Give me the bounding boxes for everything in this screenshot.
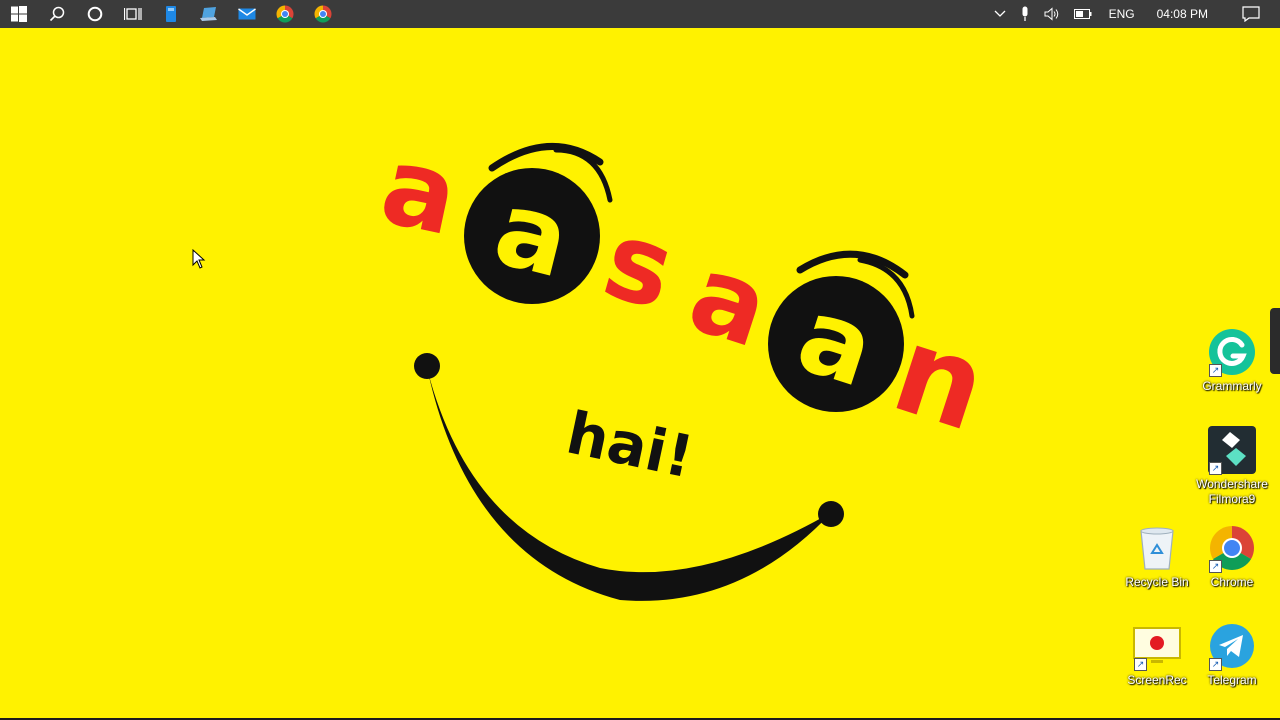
search-button[interactable] xyxy=(38,0,76,28)
desktop-icon-label: Telegram xyxy=(1207,673,1257,687)
chevron-up-icon xyxy=(994,10,1006,17)
language-indicator[interactable]: ENG xyxy=(1099,0,1145,28)
desktop-icon-filmora[interactable]: ↗ Wondershare Filmora9 xyxy=(1194,425,1270,507)
app-laptop[interactable] xyxy=(190,0,228,28)
clock[interactable]: 04:08 PM xyxy=(1145,0,1222,28)
mouse-cursor-icon xyxy=(192,249,206,269)
shortcut-arrow-icon: ↗ xyxy=(1209,364,1222,377)
app-files[interactable] xyxy=(152,0,190,28)
side-panel-handle[interactable] xyxy=(1270,308,1280,374)
task-view-icon xyxy=(124,8,142,20)
microphone-tray[interactable] xyxy=(1013,0,1037,28)
battery-tray[interactable] xyxy=(1067,0,1099,28)
desktop-icon-label: Wondershare Filmora9 xyxy=(1196,477,1268,506)
cortana-circle-icon xyxy=(87,6,103,22)
logo-letter-3: s xyxy=(591,197,687,335)
shortcut-arrow-icon: ↗ xyxy=(1134,658,1147,671)
start-button[interactable] xyxy=(0,0,38,28)
volume-tray[interactable] xyxy=(1037,0,1067,28)
shortcut-arrow-icon: ↗ xyxy=(1209,658,1222,671)
mail-icon xyxy=(238,8,256,20)
desktop-wallpaper[interactable]: a a s a a n hai! xyxy=(0,28,1280,720)
desktop-icon-label: Chrome xyxy=(1210,575,1254,589)
desktop-icon-recycle-bin[interactable]: Recycle Bin xyxy=(1119,523,1195,590)
notification-icon xyxy=(1242,6,1260,22)
shortcut-arrow-icon: ↗ xyxy=(1209,560,1222,573)
aasaan-logo: a a s a a n hai! xyxy=(371,123,1002,601)
microphone-icon xyxy=(1022,6,1028,21)
chrome-icon xyxy=(314,5,332,23)
desktop-icon-grammarly[interactable]: ↗ Grammarly xyxy=(1194,327,1270,394)
logo-letter-1: a xyxy=(371,123,468,260)
chrome-icon xyxy=(276,5,294,23)
app-chrome-2[interactable] xyxy=(304,0,342,28)
logo-subtext: hai! xyxy=(561,399,699,492)
taskbar: ENG 04:08 PM xyxy=(0,0,1280,28)
show-hidden-icons-button[interactable] xyxy=(987,0,1013,28)
desktop-icon-telegram[interactable]: ↗ Telegram xyxy=(1194,621,1270,688)
app-mail[interactable] xyxy=(228,0,266,28)
shortcut-arrow-icon: ↗ xyxy=(1209,462,1222,475)
app-chrome-1[interactable] xyxy=(266,0,304,28)
search-icon xyxy=(49,6,65,22)
task-view-button[interactable] xyxy=(114,0,152,28)
action-center-button[interactable] xyxy=(1222,0,1280,28)
laptop-app-icon xyxy=(200,7,217,21)
windows-logo-icon xyxy=(11,6,27,22)
desktop-icon-screenrec[interactable]: ↗ ScreenRec xyxy=(1119,621,1195,688)
recycle-bin-icon xyxy=(1140,527,1174,570)
system-tray: ENG 04:08 PM xyxy=(987,0,1280,28)
logo-letter-4: a xyxy=(675,231,783,372)
desktop-icon-chrome[interactable]: ↗ Chrome xyxy=(1194,523,1270,590)
file-manager-icon xyxy=(166,6,176,22)
battery-icon xyxy=(1073,9,1092,19)
cortana-button[interactable] xyxy=(76,0,114,28)
speaker-icon xyxy=(1044,7,1058,21)
desktop-icon-label: Grammarly xyxy=(1202,379,1262,393)
